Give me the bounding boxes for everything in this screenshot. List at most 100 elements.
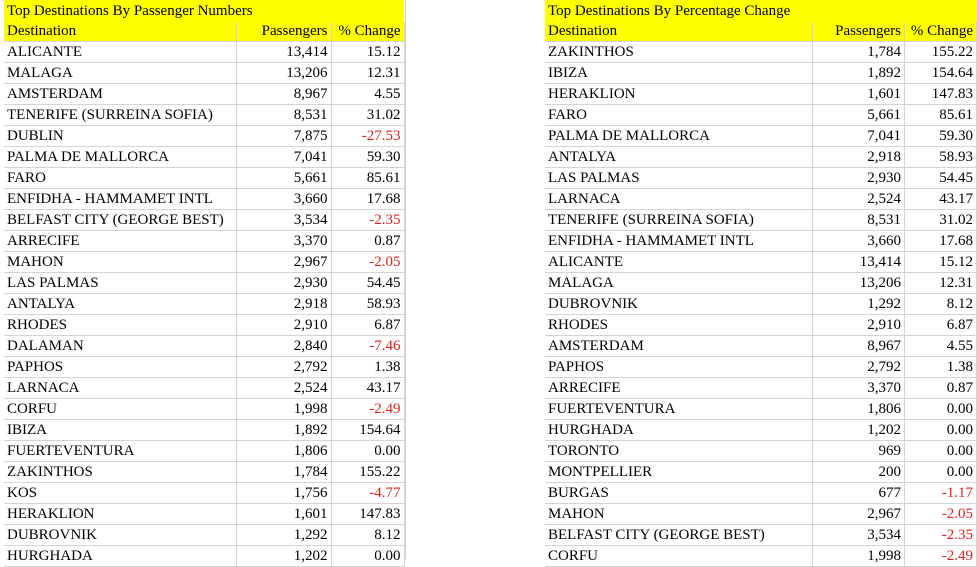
- passengers-cell[interactable]: 3,370: [812, 377, 905, 399]
- passengers-cell[interactable]: 2,918: [236, 293, 332, 315]
- passengers-cell[interactable]: 1,784: [812, 41, 905, 63]
- passengers-cell[interactable]: 1,892: [812, 62, 905, 84]
- destination-cell[interactable]: PAPHOS: [4, 356, 237, 378]
- destination-cell[interactable]: DUBLIN: [4, 125, 237, 147]
- destination-cell[interactable]: BELFAST CITY (GEORGE BEST): [4, 209, 237, 231]
- passengers-cell[interactable]: 2,930: [812, 167, 905, 189]
- header-destination[interactable]: Destination: [4, 22, 237, 42]
- change-cell[interactable]: -4.77: [331, 482, 405, 504]
- change-cell[interactable]: 4.55: [331, 83, 405, 105]
- passengers-cell[interactable]: 8,967: [812, 335, 905, 357]
- passengers-cell[interactable]: 7,875: [236, 125, 332, 147]
- passengers-cell[interactable]: 3,534: [812, 524, 905, 546]
- change-cell[interactable]: 0.00: [904, 440, 977, 462]
- destination-cell[interactable]: HURGHADA: [545, 419, 814, 441]
- passengers-cell[interactable]: 5,661: [236, 167, 332, 189]
- change-cell[interactable]: -7.46: [331, 335, 405, 357]
- passengers-cell[interactable]: 7,041: [812, 125, 905, 147]
- destination-cell[interactable]: LAS PALMAS: [4, 272, 237, 294]
- passengers-cell[interactable]: 3,534: [236, 209, 332, 231]
- destination-cell[interactable]: TENERIFE (SURREINA SOFIA): [545, 209, 814, 231]
- passengers-cell[interactable]: 1,292: [812, 293, 905, 315]
- change-cell[interactable]: 0.00: [331, 545, 405, 567]
- destination-cell[interactable]: DALAMAN: [4, 335, 237, 357]
- destination-cell[interactable]: LARNACA: [545, 188, 814, 210]
- destination-cell[interactable]: HERAKLION: [545, 83, 814, 105]
- change-cell[interactable]: 85.61: [904, 104, 977, 126]
- destination-cell[interactable]: FARO: [545, 104, 814, 126]
- passengers-cell[interactable]: 1,998: [812, 545, 905, 567]
- change-cell[interactable]: 0.00: [904, 461, 977, 483]
- change-cell[interactable]: -27.53: [331, 125, 405, 147]
- passengers-cell[interactable]: 13,206: [236, 62, 332, 84]
- header-passengers[interactable]: Passengers: [812, 22, 905, 42]
- destination-cell[interactable]: CORFU: [545, 545, 814, 567]
- change-cell[interactable]: 4.55: [904, 335, 977, 357]
- passengers-cell[interactable]: 2,792: [236, 356, 332, 378]
- destination-cell[interactable]: DUBROVNIK: [545, 293, 814, 315]
- destination-cell[interactable]: HERAKLION: [4, 503, 237, 525]
- passengers-cell[interactable]: 1,784: [236, 461, 332, 483]
- destination-cell[interactable]: PALMA DE MALLORCA: [545, 125, 814, 147]
- passengers-cell[interactable]: 2,910: [812, 314, 905, 336]
- passengers-cell[interactable]: 1,756: [236, 482, 332, 504]
- change-cell[interactable]: 59.30: [331, 146, 405, 168]
- change-cell[interactable]: 155.22: [331, 461, 405, 483]
- change-cell[interactable]: 85.61: [331, 167, 405, 189]
- passengers-cell[interactable]: 2,792: [812, 356, 905, 378]
- change-cell[interactable]: 54.45: [904, 167, 977, 189]
- destination-cell[interactable]: AMSTERDAM: [4, 83, 237, 105]
- change-cell[interactable]: 0.00: [904, 419, 977, 441]
- change-cell[interactable]: 1.38: [904, 356, 977, 378]
- change-cell[interactable]: 58.93: [904, 146, 977, 168]
- destination-cell[interactable]: IBIZA: [4, 419, 237, 441]
- destination-cell[interactable]: TENERIFE (SURREINA SOFIA): [4, 104, 237, 126]
- passengers-cell[interactable]: 8,531: [236, 104, 332, 126]
- passengers-cell[interactable]: 13,206: [812, 272, 905, 294]
- change-cell[interactable]: 0.87: [331, 230, 405, 252]
- passengers-cell[interactable]: 2,918: [812, 146, 905, 168]
- passengers-cell[interactable]: 969: [812, 440, 905, 462]
- change-cell[interactable]: 155.22: [904, 41, 977, 63]
- passengers-cell[interactable]: 1,202: [236, 545, 332, 567]
- change-cell[interactable]: 154.64: [331, 419, 405, 441]
- change-cell[interactable]: 31.02: [331, 104, 405, 126]
- passengers-cell[interactable]: 200: [812, 461, 905, 483]
- destination-cell[interactable]: TORONTO: [545, 440, 814, 462]
- destination-cell[interactable]: ALICANTE: [545, 251, 814, 273]
- change-cell[interactable]: 12.31: [331, 62, 405, 84]
- destination-cell[interactable]: IBIZA: [545, 62, 814, 84]
- passengers-cell[interactable]: 5,661: [812, 104, 905, 126]
- change-cell[interactable]: 1.38: [331, 356, 405, 378]
- destination-cell[interactable]: MALAGA: [4, 62, 237, 84]
- change-cell[interactable]: 147.83: [331, 503, 405, 525]
- table-title-cell[interactable]: Top Destinations By Percentage Change: [545, 0, 977, 22]
- destination-cell[interactable]: ZAKINTHOS: [545, 41, 814, 63]
- change-cell[interactable]: 31.02: [904, 209, 977, 231]
- header-passengers[interactable]: Passengers: [236, 22, 332, 42]
- change-cell[interactable]: -2.49: [331, 398, 405, 420]
- change-cell[interactable]: 59.30: [904, 125, 977, 147]
- destination-cell[interactable]: RHODES: [4, 314, 237, 336]
- passengers-cell[interactable]: 13,414: [236, 41, 332, 63]
- passengers-cell[interactable]: 3,660: [236, 188, 332, 210]
- passengers-cell[interactable]: 8,531: [812, 209, 905, 231]
- destination-cell[interactable]: FUERTEVENTURA: [4, 440, 237, 462]
- destination-cell[interactable]: PAPHOS: [545, 356, 814, 378]
- destination-cell[interactable]: AMSTERDAM: [545, 335, 814, 357]
- passengers-cell[interactable]: 677: [812, 482, 905, 504]
- destination-cell[interactable]: MONTPELLIER: [545, 461, 814, 483]
- destination-cell[interactable]: ARRECIFE: [545, 377, 814, 399]
- change-cell[interactable]: 8.12: [331, 524, 405, 546]
- destination-cell[interactable]: MALAGA: [545, 272, 814, 294]
- destination-cell[interactable]: ALICANTE: [4, 41, 237, 63]
- destination-cell[interactable]: MAHON: [545, 503, 814, 525]
- change-cell[interactable]: 0.00: [904, 398, 977, 420]
- destination-cell[interactable]: MAHON: [4, 251, 237, 273]
- change-cell[interactable]: -2.49: [904, 545, 977, 567]
- passengers-cell[interactable]: 3,370: [236, 230, 332, 252]
- change-cell[interactable]: 147.83: [904, 83, 977, 105]
- passengers-cell[interactable]: 2,524: [236, 377, 332, 399]
- change-cell[interactable]: 6.87: [331, 314, 405, 336]
- destination-cell[interactable]: ENFIDHA - HAMMAMET INTL: [545, 230, 814, 252]
